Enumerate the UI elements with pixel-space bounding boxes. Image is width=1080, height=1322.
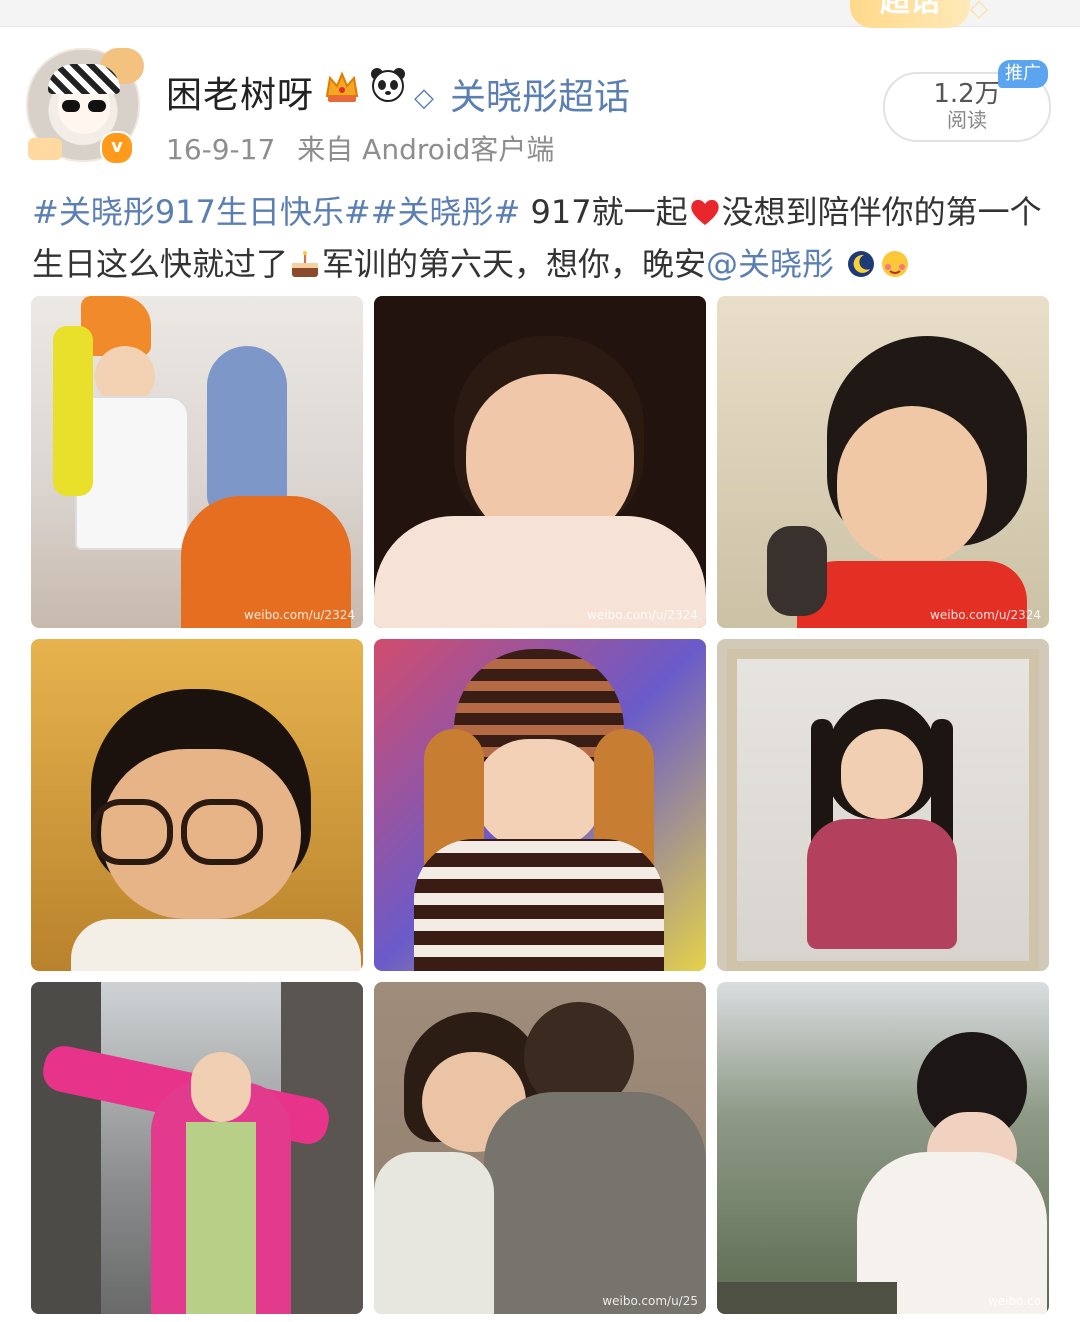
glasses-left [91,799,173,865]
cake-sticker-icon [28,138,62,160]
girl-face-3 [191,1052,251,1122]
super-topic-label: 关晓彤超话 [450,77,631,118]
chaohua-badge[interactable]: 超话 ◇ [850,0,988,28]
read-label: 阅读 [947,108,987,132]
crown-icon [325,71,359,102]
photo-hugging-children[interactable]: weibo.com/u/25 [374,982,706,1314]
ad-badge: 推广 [998,60,1048,88]
child-collar [71,919,361,971]
panda-icon [371,68,405,102]
pigtails-face [841,729,923,819]
photo-watermark: weibo.com/u/25 [602,1294,698,1308]
blue-doll [207,346,287,516]
building-right [281,982,363,1314]
cake-icon [292,251,319,277]
photo-girl-red-collar[interactable]: weibo.com/u/2324 [717,296,1049,628]
verified-badge-icon: v [100,131,134,165]
avatar-hat [48,64,120,94]
photo-watermark: weibo.com/u/2324 [587,608,698,622]
striped-sweater [414,839,664,971]
username[interactable]: 困老树呀 [166,66,314,118]
photo-toddler-with-dolls[interactable]: weibo.com/u/2324 [31,296,363,628]
floral-dress [807,819,957,949]
post-text-part3: 军训的第六天，想你，晚安 [322,245,707,283]
post-meta: 16-9-17 来自 Android客户端 [166,128,554,168]
photo-watermark: weibo.com/u/2324 [244,608,355,622]
moon-sleep-icon [848,251,875,277]
photo-watermark: weibo.com/u/2324 [930,608,1041,622]
child-a-clothes [374,1152,494,1314]
child-b-coat [484,1092,706,1314]
building-left [31,982,101,1314]
super-topic-diamond-icon: ◇ [414,83,434,113]
inflatable-toy [53,326,93,496]
photo-pink-coat-street[interactable] [31,982,363,1314]
qipao-dress [186,1122,256,1314]
photo-child-knit-hat[interactable] [374,639,706,971]
table-edge [717,1282,897,1314]
photo-child-glasses[interactable] [31,639,363,971]
background-person [767,526,827,616]
topic-link-birthday[interactable]: #关晓彤917生日快乐# [32,193,371,231]
chaohua-label: 超话 [880,0,940,19]
diamond-icon: ◇ [969,0,989,22]
avatar-glasses [62,100,106,112]
heart-icon [690,199,719,225]
super-topic-link[interactable]: ◇ 关晓彤超话 [414,68,630,120]
post-date: 16-9-17 [166,133,276,166]
girl-face [837,406,987,566]
photo-baby-portrait[interactable]: weibo.com/u/2324 [374,296,706,628]
child-face-2 [474,739,604,849]
shy-face-icon [882,251,909,277]
topic-link-guanxiaotong[interactable]: #关晓彤# [371,193,521,231]
mention-link[interactable]: @关晓彤 [706,245,834,283]
post-text: #关晓彤917生日快乐##关晓彤# 917就一起 没想到陪伴你的第一个生日这么快就… [32,186,1052,290]
glasses-right [181,799,263,865]
post-source: 来自 Android客户端 [297,133,555,166]
post-text-part1: 917就一起 [520,193,688,231]
photo-woman-covering-face[interactable]: weibo.co [717,982,1049,1314]
photo-watermark: weibo.co [987,1294,1041,1308]
photo-framed-pigtails[interactable] [717,639,1049,971]
